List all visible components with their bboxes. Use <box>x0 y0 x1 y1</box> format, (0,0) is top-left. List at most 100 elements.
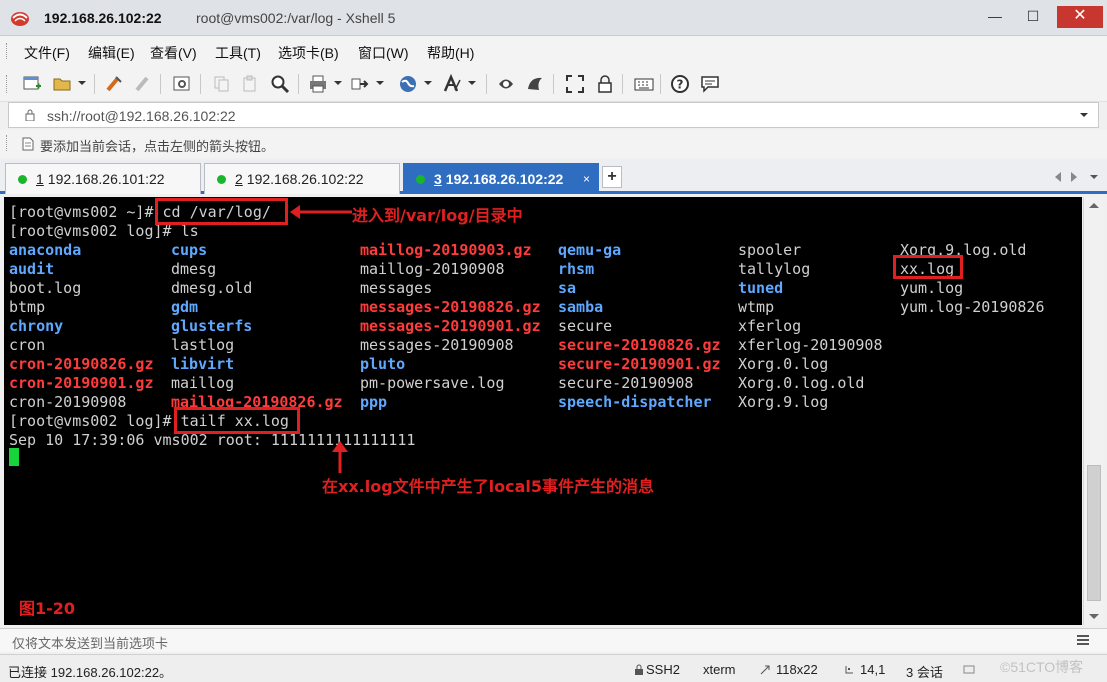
ls-entry: maillog <box>171 374 235 392</box>
ls-entry: messages-20190908 <box>360 336 514 354</box>
globe-icon[interactable] <box>398 74 418 94</box>
menu-grip <box>6 43 9 59</box>
fullscreen-icon[interactable] <box>565 74 585 94</box>
terminal-cursor <box>9 448 19 466</box>
tab-list-dropdown-icon[interactable] <box>1090 175 1098 179</box>
ls-entry: pluto <box>360 355 406 373</box>
menu-file[interactable]: 文件(F) <box>24 43 70 63</box>
properties-icon[interactable] <box>172 74 192 94</box>
figure-label: 图1-20 <box>19 599 76 618</box>
compose-input[interactable]: 仅将文本发送到当前选项卡 <box>12 633 168 652</box>
hint-grip <box>6 135 9 151</box>
ls-entry: rhsm <box>558 260 595 278</box>
arrow-up-icon <box>332 441 348 473</box>
transfer-icon[interactable] <box>350 74 370 94</box>
help-icon[interactable]: ? <box>670 74 690 94</box>
svg-text:?: ? <box>677 78 684 92</box>
tab-scroll-left-icon[interactable] <box>1055 172 1061 182</box>
menu-edit[interactable]: 编辑(E) <box>88 43 135 63</box>
chat-icon[interactable] <box>700 74 720 94</box>
toolbar-separator <box>486 74 487 94</box>
ls-entry: xferlog-20190908 <box>738 336 883 354</box>
globe-dropdown-icon[interactable] <box>424 81 432 85</box>
menu-help[interactable]: 帮助(H) <box>427 43 474 63</box>
highlight-tailf-command <box>174 407 300 434</box>
ls-entry: libvirt <box>171 355 235 373</box>
toolbar-separator <box>660 74 661 94</box>
status-bar: 已连接 192.168.26.102:22。 SSH2 xterm 118x22… <box>0 654 1107 682</box>
ls-entry: yum.log-20190826 <box>900 298 1045 316</box>
tab-session-3[interactable]: 3 192.168.26.102:22 × <box>403 163 599 194</box>
xmanager-icon[interactable] <box>525 74 545 94</box>
disconnect-icon[interactable] <box>133 74 153 94</box>
terminal-type-status: xterm <box>703 662 736 677</box>
print-dropdown-icon[interactable] <box>334 81 342 85</box>
shell-prompt: [root@vms002 ~]# <box>9 203 163 221</box>
font-dropdown-icon[interactable] <box>468 81 476 85</box>
compose-menu-icon[interactable] <box>1076 634 1090 646</box>
ls-entry: pm-powersave.log <box>360 374 505 392</box>
toolbar-separator <box>160 74 161 94</box>
toolbar-grip <box>6 75 9 93</box>
copy-icon[interactable] <box>212 74 232 94</box>
caps-indicator-icon <box>963 665 975 674</box>
terminal-screen[interactable]: [root@vms002 ~]# cd /var/log/ [root@vms0… <box>4 197 1082 625</box>
title-bar: 192.168.26.102:22 root@vms002:/var/log -… <box>0 0 1107 36</box>
address-bar[interactable]: ssh://root@192.168.26.102:22 <box>8 102 1099 128</box>
watermark: ©51CTO博客 <box>1000 659 1084 675</box>
open-dropdown-icon[interactable] <box>78 81 86 85</box>
lock-icon[interactable] <box>595 74 615 94</box>
add-session-arrow-icon[interactable] <box>22 137 34 151</box>
tab-scroll-right-icon[interactable] <box>1071 172 1077 182</box>
scroll-down-icon[interactable] <box>1089 614 1099 619</box>
menu-view[interactable]: 查看(V) <box>150 43 197 63</box>
transfer-dropdown-icon[interactable] <box>376 81 384 85</box>
tab-number: 3 <box>434 171 442 187</box>
ls-entry: messages-20190826.gz <box>360 298 541 316</box>
xftp-icon[interactable] <box>496 74 516 94</box>
tab-label: 192.168.26.102:22 <box>246 171 364 187</box>
menu-window[interactable]: 窗口(W) <box>358 43 409 63</box>
cursor-position-icon <box>845 666 853 674</box>
font-icon[interactable] <box>442 74 462 94</box>
ls-entry: xferlog <box>738 317 802 335</box>
compose-bar[interactable]: 仅将文本发送到当前选项卡 <box>0 628 1107 652</box>
close-button[interactable]: ✕ <box>1057 6 1103 28</box>
new-tab-button[interactable]: + <box>602 166 622 188</box>
ls-entry: qemu-ga <box>558 241 622 259</box>
print-icon[interactable] <box>308 74 328 94</box>
maximize-button[interactable]: ☐ <box>1019 6 1047 28</box>
new-session-icon[interactable] <box>22 74 42 94</box>
ls-entry: boot.log <box>9 279 82 297</box>
ls-entry: cron <box>9 336 46 354</box>
address-dropdown-icon[interactable] <box>1080 113 1088 117</box>
terminal-scrollbar[interactable] <box>1083 197 1103 625</box>
find-icon[interactable] <box>270 74 290 94</box>
tab-close-button[interactable]: × <box>583 164 590 194</box>
toolbar-separator <box>200 74 201 94</box>
open-folder-icon[interactable] <box>52 74 72 94</box>
tab-strip: 1 192.168.26.101:22 2 192.168.26.102:22 31… <box>0 160 1107 194</box>
cursor-position-status: 14,1 <box>860 662 886 677</box>
reconnect-icon[interactable] <box>104 74 124 94</box>
highlight-cd-command <box>155 198 288 225</box>
connection-status: 已连接 192.168.26.102:22。 <box>8 665 173 680</box>
ls-entry: ppp <box>360 393 388 411</box>
ls-entry: Xorg.0.log.old <box>738 374 865 392</box>
window-title-host: 192.168.26.102:22 <box>44 10 162 26</box>
menu-tabs[interactable]: 选项卡(B) <box>278 43 339 63</box>
scrollbar-thumb[interactable] <box>1087 465 1101 601</box>
toolbar: ? <box>0 66 1107 102</box>
paste-icon[interactable] <box>240 74 260 94</box>
tab-session-2[interactable]: 2 192.168.26.102:22 <box>204 163 400 194</box>
tab-session-1[interactable]: 1 192.168.26.101:22 <box>5 163 201 194</box>
menu-tools[interactable]: 工具(T) <box>215 43 261 63</box>
scroll-up-icon[interactable] <box>1089 203 1099 208</box>
ls-entry: lastlog <box>171 336 235 354</box>
session-hint-bar: 要添加当前会话，点击左侧的箭头按钮。 <box>0 130 1107 158</box>
keyboard-icon[interactable] <box>634 74 654 94</box>
ls-entry: dmesg.old <box>171 279 253 297</box>
tab-number: 2 <box>235 171 243 187</box>
address-input[interactable]: ssh://root@192.168.26.102:22 <box>47 108 236 124</box>
minimize-button[interactable]: — <box>981 6 1009 28</box>
